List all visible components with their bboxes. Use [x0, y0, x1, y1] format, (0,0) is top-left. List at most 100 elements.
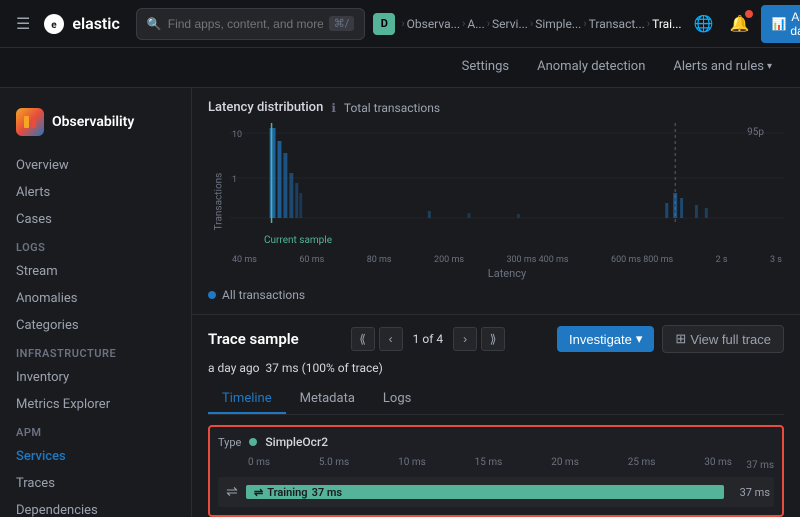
timeline-end-time: 37 ms — [734, 486, 774, 499]
sidebar-item-dependencies[interactable]: Dependencies — [0, 497, 191, 517]
sidebar-item-services[interactable]: Services — [0, 443, 191, 470]
tab-timeline[interactable]: Timeline — [208, 385, 286, 414]
breadcrumb-badge[interactable]: D — [373, 13, 395, 35]
sidebar-item-metrics-explorer[interactable]: Metrics Explorer — [0, 391, 191, 418]
search-shortcut: ⌘/ — [329, 16, 355, 31]
legend-label: All transactions — [222, 288, 305, 302]
sidebar-item-stream[interactable]: Stream — [0, 258, 191, 285]
trace-nav-text: 1 of 4 — [407, 332, 449, 346]
breadcrumb-simple[interactable]: Simple... — [535, 17, 581, 31]
tick-1: 5.0 ms — [319, 457, 349, 468]
sec-nav-anomaly[interactable]: Anomaly detection — [525, 48, 657, 88]
chart-info-icon: ℹ — [331, 101, 336, 115]
elastic-logo-text: elastic — [72, 14, 119, 33]
bar-name: Training — [267, 486, 307, 499]
breadcrumb-sep-4: › — [583, 17, 586, 30]
timeline-row-icon: ⇌ — [218, 484, 246, 500]
sidebar-item-traces[interactable]: Traces — [0, 470, 191, 497]
search-bar[interactable]: 🔍 ⌘/ — [136, 8, 366, 40]
trace-sample-section: Trace sample ⟪ ‹ 1 of 4 › ⟫ Investigate … — [192, 315, 800, 517]
notification-icon-btn[interactable]: 🔔 — [726, 10, 754, 37]
breadcrumb: D › Observa... › A... › Servi... › Simpl… — [373, 13, 681, 35]
add-data-icon: 📊 — [771, 17, 786, 31]
sidebar-item-inventory[interactable]: Inventory — [0, 364, 191, 391]
main-layout: Observability Overview Alerts Cases Logs… — [0, 88, 800, 517]
breadcrumb-a[interactable]: A... — [467, 17, 484, 31]
tick-6: 30 ms — [704, 457, 732, 468]
sidebar: Observability Overview Alerts Cases Logs… — [0, 88, 192, 517]
nav-actions: 🌐 🔔 📊 Add data — [690, 5, 800, 43]
chart-95p-label: 95p — [747, 127, 764, 138]
chart-header: Latency distribution ℹ Total transaction… — [208, 100, 784, 115]
trace-time-ago: a day ago — [208, 361, 259, 375]
elastic-logo: e elastic — [42, 12, 119, 36]
logs-section-label: Logs — [0, 233, 191, 258]
trace-nav-last[interactable]: ⟫ — [481, 327, 505, 351]
chart-x-label: Latency — [230, 267, 784, 280]
menu-icon[interactable]: ☰ — [12, 10, 34, 37]
x-tick-4: 300 ms 400 ms — [506, 255, 568, 265]
ruler-ticks: 0 ms 5.0 ms 10 ms 15 ms 20 ms 25 ms 30 m… — [246, 457, 734, 468]
type-label: Type — [218, 436, 241, 449]
sidebar-item-categories[interactable]: Categories — [0, 312, 191, 339]
x-tick-1: 60 ms — [299, 255, 324, 265]
globe-icon-btn[interactable]: 🌐 — [690, 10, 718, 37]
sidebar-brand: Observability — [0, 100, 191, 152]
breadcrumb-sep-0: › — [401, 17, 404, 30]
legend-dot — [208, 291, 216, 299]
trace-title: Trace sample — [208, 330, 299, 348]
view-trace-label: View full trace — [690, 332, 771, 347]
breadcrumb-servi[interactable]: Servi... — [492, 17, 528, 31]
breadcrumb-sep-3: › — [530, 17, 533, 30]
chart-legend: All transactions — [208, 280, 784, 306]
current-sample-label: Current sample — [264, 235, 332, 246]
sec-nav-settings[interactable]: Settings — [450, 48, 521, 88]
x-tick-7: 3 s — [770, 255, 782, 265]
view-full-trace-button[interactable]: ⊞ View full trace — [662, 325, 784, 353]
transfer-icon: ⇌ — [226, 484, 238, 500]
secondary-navigation: Settings Anomaly detection Alerts and ru… — [0, 48, 800, 88]
breadcrumb-observa[interactable]: Observa... — [407, 17, 460, 31]
tick-0: 0 ms — [248, 457, 270, 468]
service-name: SimpleOcr2 — [265, 435, 328, 449]
service-dot — [249, 438, 257, 446]
svg-text:1: 1 — [232, 175, 237, 185]
trace-nav-next[interactable]: › — [453, 327, 477, 351]
add-data-button[interactable]: 📊 Add data — [761, 5, 800, 43]
apm-section-label: APM — [0, 418, 191, 443]
investigate-button[interactable]: Investigate ▾ — [557, 326, 654, 352]
view-trace-icon: ⊞ — [675, 331, 686, 347]
timeline-bar: ⇌ Training 37 ms — [246, 485, 724, 499]
bar-transfer-icon: ⇌ — [254, 486, 263, 499]
infrastructure-section-label: Infrastructure — [0, 339, 191, 364]
timeline-container: Type SimpleOcr2 0 ms 5.0 ms 10 ms 15 ms … — [208, 425, 784, 517]
sidebar-item-alerts[interactable]: Alerts — [0, 179, 191, 206]
trace-actions: Investigate ▾ ⊞ View full trace — [557, 325, 784, 353]
timeline-bar-label: ⇌ Training 37 ms — [254, 486, 342, 499]
search-icon: 🔍 — [147, 17, 162, 31]
trace-nav-first[interactable]: ⟪ — [351, 327, 375, 351]
add-data-label: Add data — [790, 10, 800, 38]
tab-logs[interactable]: Logs — [369, 385, 425, 414]
timeline-bar-row: ⇌ ⇌ Training 37 ms 37 ms — [218, 477, 774, 507]
trace-nav-prev[interactable]: ‹ — [379, 327, 403, 351]
trace-meta: a day ago 37 ms (100% of trace) — [208, 361, 784, 375]
breadcrumb-transact[interactable]: Transact... — [589, 17, 645, 31]
x-tick-2: 80 ms — [367, 255, 392, 265]
sidebar-item-cases[interactable]: Cases — [0, 206, 191, 233]
sidebar-item-anomalies[interactable]: Anomalies — [0, 285, 191, 312]
alerts-dropdown-icon: ▾ — [767, 61, 772, 72]
svg-text:10: 10 — [232, 130, 242, 140]
search-input[interactable] — [168, 17, 323, 31]
alerts-rules-label: Alerts and rules — [673, 59, 764, 74]
sidebar-item-overview[interactable]: Overview — [0, 152, 191, 179]
tick-2: 10 ms — [398, 457, 426, 468]
latency-chart: 10 1 — [230, 123, 784, 233]
notification-badge — [745, 10, 753, 18]
ruler-end: 37 ms — [734, 460, 774, 471]
trace-navigation: ⟪ ‹ 1 of 4 › ⟫ — [351, 327, 505, 351]
top-navigation: ☰ e elastic 🔍 ⌘/ D › Observa... › A... ›… — [0, 0, 800, 48]
breadcrumb-trai[interactable]: Trai... — [652, 17, 682, 31]
tab-metadata[interactable]: Metadata — [286, 385, 369, 414]
sec-nav-alerts[interactable]: Alerts and rules ▾ — [661, 48, 784, 88]
